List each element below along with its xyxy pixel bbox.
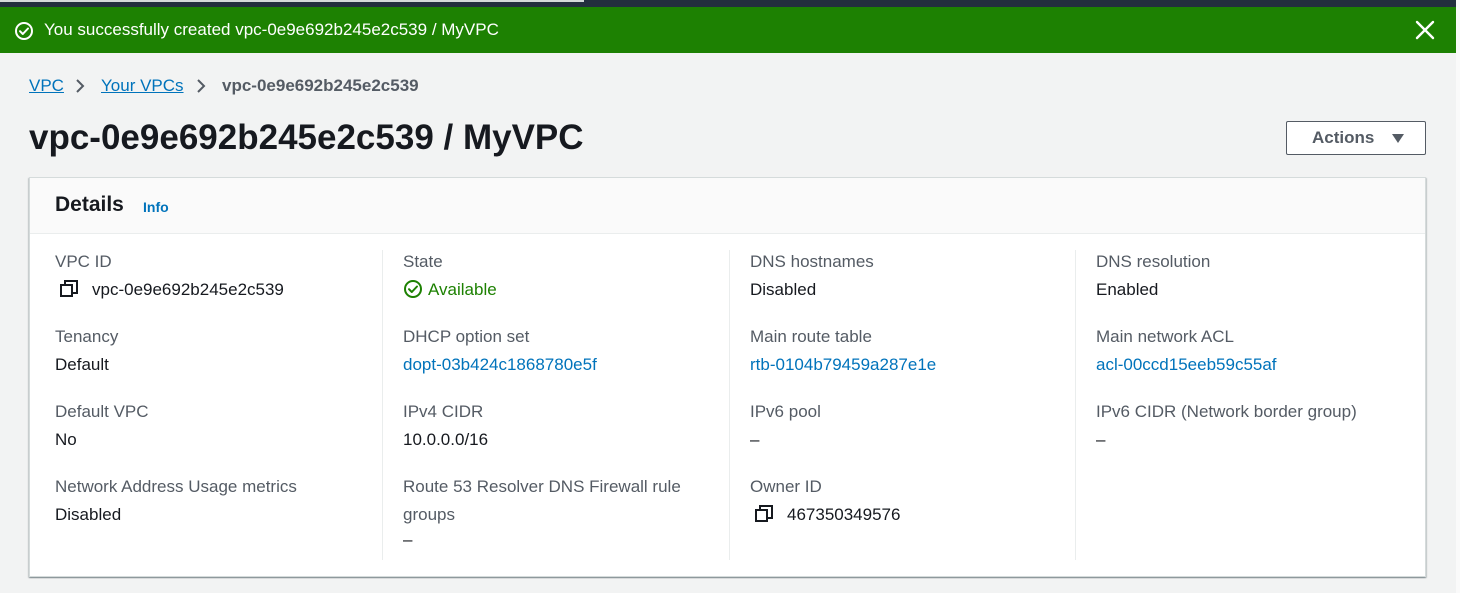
actions-button-label: Actions [1312, 128, 1375, 147]
field-label: Tenancy [55, 327, 119, 346]
top-nav-accent [0, 0, 584, 2]
field-state: State Available [403, 251, 497, 301]
field-default-vpc: Default VPC No [55, 401, 149, 451]
dhcp-option-set-link[interactable]: dopt-03b424c1868780e5f [403, 354, 597, 376]
check-circle-icon [15, 22, 33, 40]
field-value: – [1096, 430, 1106, 449]
field-owner-id: Owner ID 467350349576 [750, 476, 900, 526]
chevron-right-icon [76, 79, 85, 93]
caret-down-icon [1392, 134, 1404, 143]
field-value: 467350349576 [787, 505, 901, 524]
breadcrumb-vpc-link[interactable]: VPC [29, 75, 64, 97]
field-main-network-acl: Main network ACL acl-00ccd15eeb59c55af [1096, 326, 1277, 376]
field-label: DHCP option set [403, 327, 530, 346]
details-panel-header: Details Info [30, 178, 1425, 234]
field-label: Route 53 Resolver DNS Firewall rule grou… [403, 477, 681, 524]
details-panel: Details Info VPC ID vpc-0e9e692b245e2c53… [29, 177, 1426, 577]
field-ipv6-cidr: IPv6 CIDR (Network border group) – [1096, 401, 1357, 451]
field-label: DNS hostnames [750, 252, 874, 271]
field-dhcp-option-set: DHCP option set dopt-03b424c1868780e5f [403, 326, 597, 376]
field-value: vpc-0e9e692b245e2c539 [92, 280, 284, 299]
main-route-table-link[interactable]: rtb-0104b79459a287e1e [750, 354, 936, 376]
field-dns-resolution: DNS resolution Enabled [1096, 251, 1210, 301]
page-title: vpc-0e9e692b245e2c539 / MyVPC [29, 118, 584, 157]
chevron-right-icon [197, 79, 206, 93]
field-vpc-id: VPC ID vpc-0e9e692b245e2c539 [55, 251, 284, 301]
column-divider [729, 250, 730, 560]
field-label: Owner ID [750, 477, 822, 496]
details-title: Details [55, 193, 124, 216]
field-dns-hostnames: DNS hostnames Disabled [750, 251, 874, 301]
breadcrumb-your-vpcs-link[interactable]: Your VPCs [101, 75, 184, 97]
field-label: Main route table [750, 327, 872, 346]
field-label: IPv6 pool [750, 402, 821, 421]
field-main-route-table: Main route table rtb-0104b79459a287e1e [750, 326, 936, 376]
field-label: Default VPC [55, 402, 149, 421]
top-nav-bar [0, 0, 1460, 7]
field-label: VPC ID [55, 252, 112, 271]
copy-icon[interactable] [60, 280, 78, 298]
field-ipv4-cidr: IPv4 CIDR 10.0.0.0/16 [403, 401, 488, 451]
field-route53-groups: Route 53 Resolver DNS Firewall rule grou… [403, 473, 703, 551]
field-ipv6-pool: IPv6 pool – [750, 401, 821, 451]
field-nau-metrics: Network Address Usage metrics Disabled [55, 476, 297, 526]
status-available-icon [404, 280, 422, 298]
field-value: No [55, 430, 77, 449]
column-divider [1075, 250, 1076, 560]
close-icon[interactable] [1414, 19, 1436, 41]
field-value: – [750, 430, 760, 449]
breadcrumb-current: vpc-0e9e692b245e2c539 [222, 76, 419, 95]
success-flash-banner: You successfully created vpc-0e9e692b245… [0, 7, 1456, 53]
field-label: IPv4 CIDR [403, 402, 484, 421]
field-value: 10.0.0.0/16 [403, 430, 489, 449]
field-value: Default [55, 355, 109, 374]
field-value: Disabled [55, 505, 122, 524]
field-value: – [403, 530, 413, 549]
main-network-acl-link[interactable]: acl-00ccd15eeb59c55af [1096, 354, 1277, 376]
copy-icon[interactable] [755, 505, 773, 523]
field-label: Main network ACL [1096, 327, 1234, 346]
field-label: IPv6 CIDR (Network border group) [1096, 402, 1357, 421]
page-right-edge [1456, 0, 1460, 593]
info-link[interactable]: Info [143, 199, 169, 215]
flash-message: You successfully created vpc-0e9e692b245… [44, 20, 499, 39]
field-label: DNS resolution [1096, 252, 1211, 271]
field-value: Disabled [750, 280, 817, 299]
status-badge: Available [428, 280, 497, 299]
actions-button[interactable]: Actions [1286, 121, 1426, 155]
column-divider [382, 250, 383, 560]
field-label: State [403, 252, 443, 271]
field-tenancy: Tenancy Default [55, 326, 118, 376]
field-value: Enabled [1096, 280, 1159, 299]
field-label: Network Address Usage metrics [55, 477, 297, 496]
